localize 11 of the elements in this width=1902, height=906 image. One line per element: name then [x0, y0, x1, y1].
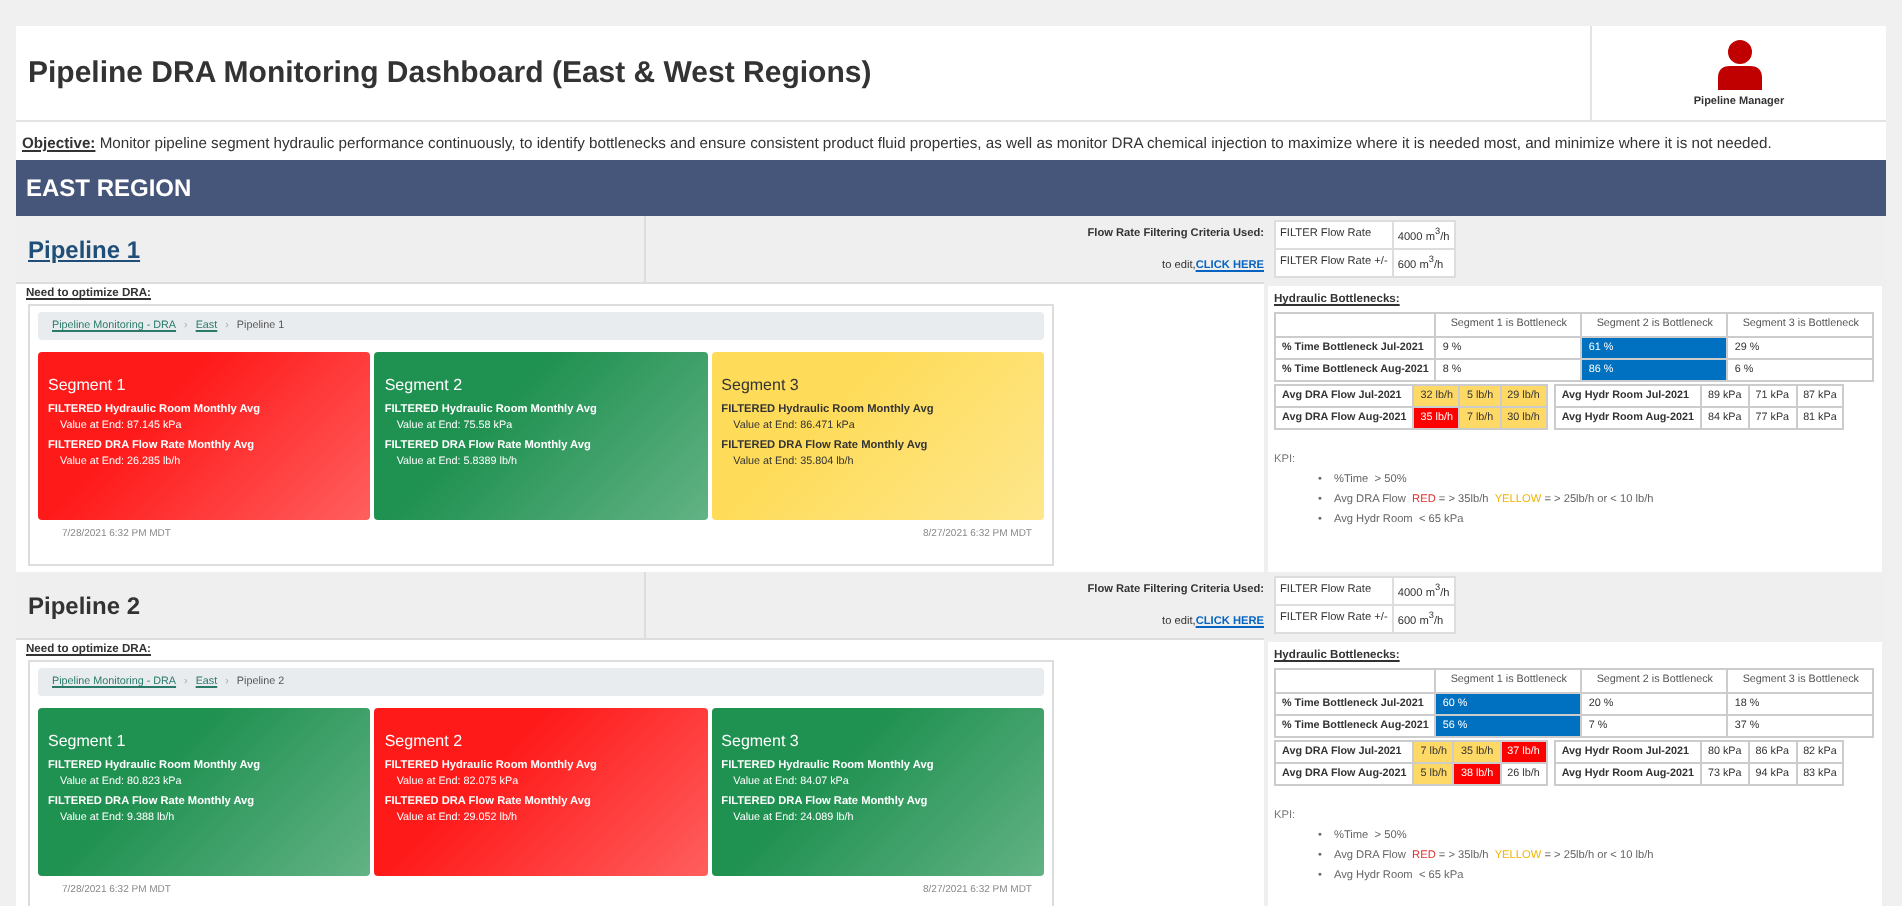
segment-title: Segment 1	[48, 376, 126, 394]
segment-title: Segment 1	[48, 732, 126, 750]
segment-title: Segment 3	[721, 376, 799, 394]
segment-title: Segment 2	[384, 376, 463, 394]
user-icon	[1715, 38, 1763, 90]
pipeline-link[interactable]: Pipeline 1	[16, 235, 644, 263]
pipeline-title: Pipeline 2	[26, 591, 143, 619]
segment-title: Segment 2	[384, 732, 463, 750]
region-header: EAST REGION	[16, 160, 1886, 216]
segment-title: Segment 3	[721, 732, 799, 750]
dashboard-title: Pipeline DRA Monitoring Dashboard (East & West Regions)	[26, 56, 874, 90]
